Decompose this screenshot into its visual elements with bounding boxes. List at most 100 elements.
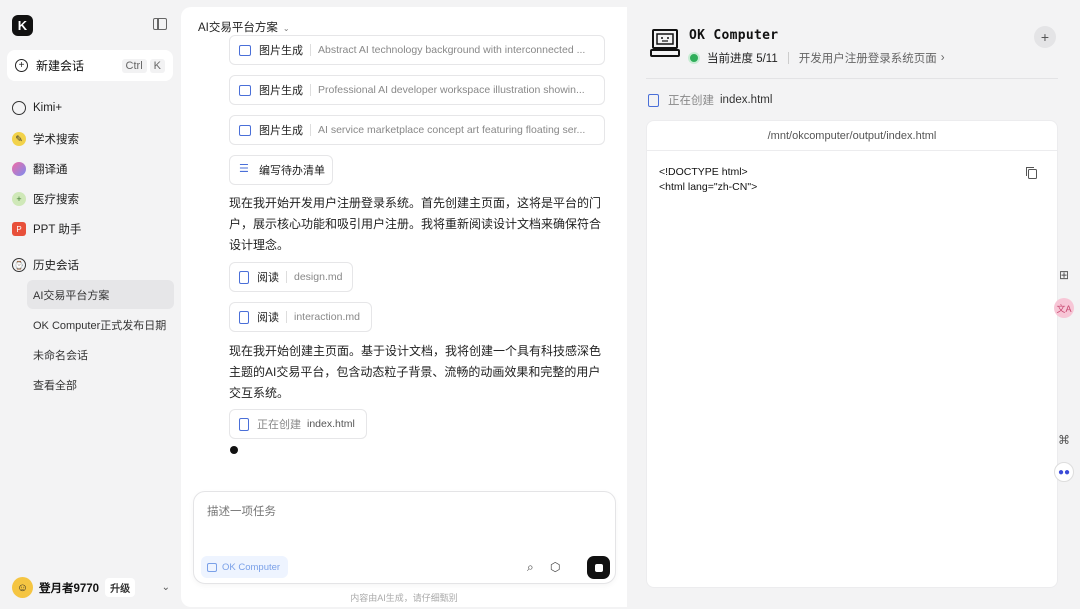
kimi-plus-icon: [12, 101, 26, 115]
assistant-message: 现在我开始创建主页面。基于设计文档，我将创建一个具有科技感深色主题的AI交易平台…: [229, 344, 602, 400]
new-chat-label: 新建会话: [36, 59, 85, 73]
sidebar: K + 新建会话 Ctrl K Kimi+ ✎ 学术搜索 翻译通 + 医疗搜索 …: [0, 0, 181, 609]
plus-circle-icon: +: [15, 59, 28, 72]
translate-float-icon[interactable]: 文A: [1054, 298, 1074, 318]
tool-chip-detail: AI service marketplace concept art featu…: [318, 124, 586, 136]
sidebar-item-label: 医疗搜索: [33, 194, 79, 206]
progress-label: 当前进度 5/11: [707, 53, 778, 65]
progress-status-icon: [688, 52, 700, 64]
tool-chip-detail: interaction.md: [294, 311, 360, 323]
history-item-label: 未命名会话: [33, 349, 88, 362]
apps-grid-icon[interactable]: ⊞: [1054, 265, 1074, 285]
sidebar-item-ppt[interactable]: P PPT 助手: [12, 221, 81, 237]
assistant-float-icon[interactable]: ●●: [1054, 462, 1074, 482]
translate-icon: [12, 162, 26, 176]
tool-chip-verb: 编写待办清单: [259, 165, 325, 177]
tool-chip-detail: design.md: [294, 271, 343, 283]
code-line: <!DOCTYPE html>: [659, 166, 748, 178]
conversation-title[interactable]: AI交易平台方案 ⌄: [198, 19, 290, 35]
divider: [286, 271, 287, 283]
divider: [286, 311, 287, 323]
ai-disclaimer: 内容由AI生成，请仔细甄别: [350, 593, 458, 603]
stop-button[interactable]: [587, 556, 610, 579]
view-all-history-link[interactable]: 查看全部: [27, 370, 174, 399]
history-item[interactable]: OK Computer正式发布日期: [27, 310, 174, 339]
conversation-title-text: AI交易平台方案: [198, 22, 278, 34]
sidebar-item-medical-search[interactable]: + 医疗搜索: [12, 191, 79, 207]
panel-title: OK Computer: [689, 28, 779, 43]
ok-computer-mode-chip[interactable]: OK Computer: [201, 556, 289, 578]
tool-chip-todo[interactable]: 编写待办清单: [229, 155, 333, 185]
mode-label: OK Computer: [222, 561, 281, 573]
tool-chip-image-gen[interactable]: 图片生成 Professional AI developer workspace…: [229, 75, 605, 105]
tool-chip-verb: 阅读: [257, 312, 279, 324]
ok-computer-panel: OK Computer 当前进度 5/11 开发用户注册登录系统页面 › + 正…: [634, 12, 1070, 601]
add-button[interactable]: +: [1034, 26, 1056, 48]
history-item-label: AI交易平台方案: [33, 289, 110, 302]
document-icon: [239, 310, 249, 324]
code-viewer[interactable]: /mnt/okcomputer/output/index.html <!DOCT…: [646, 120, 1058, 588]
current-step: 开发用户注册登录系统页面: [798, 53, 937, 65]
new-chat-button[interactable]: + 新建会话 Ctrl K: [7, 50, 173, 81]
upgrade-button[interactable]: 升级: [105, 578, 136, 597]
tool-chip-image-gen[interactable]: 图片生成 Abstract AI technology background w…: [229, 35, 605, 65]
ppt-icon: P: [12, 222, 26, 236]
typing-indicator: [230, 446, 238, 454]
assistant-message: 现在我开始开发用户注册登录系统。首先创建主页面，这将是平台的门户，展示核心功能和…: [229, 196, 602, 252]
clock-icon: ⌚: [12, 258, 26, 272]
tool-chip-verb: 阅读: [257, 272, 279, 284]
tool-chip-creating[interactable]: 正在创建 index.html: [229, 409, 367, 439]
sidebar-item-translate[interactable]: 翻译通: [12, 161, 68, 177]
tool-chip-detail: index.html: [307, 418, 355, 430]
task-input[interactable]: 描述一项任务: [207, 503, 276, 519]
tool-chip-image-gen[interactable]: 图片生成 AI service marketplace concept art …: [229, 115, 605, 145]
image-icon: [239, 44, 251, 56]
history-item[interactable]: 未命名会话: [27, 340, 174, 369]
document-icon: [239, 417, 249, 431]
copy-icon[interactable]: [1026, 167, 1037, 179]
sidebar-item-label: 学术搜索: [33, 134, 79, 146]
history-heading[interactable]: ⌚ 历史会话: [12, 257, 79, 273]
divider: [310, 84, 311, 96]
document-icon: [239, 270, 249, 284]
tool-chip-verb: 图片生成: [259, 125, 303, 137]
chevron-right-icon: ›: [940, 52, 945, 64]
view-all-label: 查看全部: [33, 379, 77, 392]
composer[interactable]: 描述一项任务 OK Computer ⌕ ⬡: [193, 491, 616, 584]
academic-search-icon: ✎: [12, 132, 26, 146]
creating-status: 正在创建 index.html: [648, 92, 772, 108]
computer-icon: [207, 562, 217, 572]
code-line: <html lang="zh-CN">: [659, 181, 758, 193]
tool-chip-read[interactable]: 阅读 interaction.md: [229, 302, 372, 332]
history-item-active[interactable]: AI交易平台方案: [27, 280, 174, 309]
cube-icon[interactable]: ⬡: [550, 560, 560, 574]
chat-panel: AI交易平台方案 ⌄ 图片生成 Abstract AI technology ba…: [181, 7, 627, 607]
sidebar-item-label: PPT 助手: [33, 224, 82, 236]
chevron-down-icon: ⌄: [282, 24, 290, 33]
creating-file: index.html: [720, 94, 773, 106]
user-menu[interactable]: ☺ 登月者9770 升级 ⌄: [12, 577, 170, 598]
progress-status[interactable]: 当前进度 5/11 开发用户注册登录系统页面 ›: [688, 50, 945, 66]
shortcut-k: K: [149, 58, 165, 73]
tool-chip-read[interactable]: 阅读 design.md: [229, 262, 353, 292]
history-heading-label: 历史会话: [33, 260, 79, 272]
divider: [310, 124, 311, 136]
document-icon: [648, 93, 659, 107]
divider: [787, 52, 789, 64]
kimi-logo[interactable]: K: [12, 15, 33, 36]
shortcut-ctrl: Ctrl: [121, 58, 147, 73]
tool-chip-verb: 正在创建: [257, 419, 301, 431]
sidebar-item-label: Kimi+: [33, 102, 63, 114]
sidebar-toggle-icon[interactable]: [153, 18, 167, 30]
sidebar-item-academic-search[interactable]: ✎ 学术搜索: [12, 131, 79, 147]
creating-verb: 正在创建: [668, 95, 714, 107]
command-icon[interactable]: ⌘: [1054, 430, 1074, 450]
user-name: 登月者9770: [39, 582, 100, 595]
chevron-down-icon[interactable]: ⌄: [162, 582, 170, 593]
checklist-icon: [239, 162, 251, 176]
history-item-label: OK Computer正式发布日期: [33, 319, 167, 332]
sidebar-item-kimi-plus[interactable]: Kimi+: [12, 101, 62, 115]
image-icon: [239, 84, 251, 96]
paperclip-icon[interactable]: ⌕: [527, 560, 534, 575]
tool-chip-verb: 图片生成: [259, 85, 303, 97]
